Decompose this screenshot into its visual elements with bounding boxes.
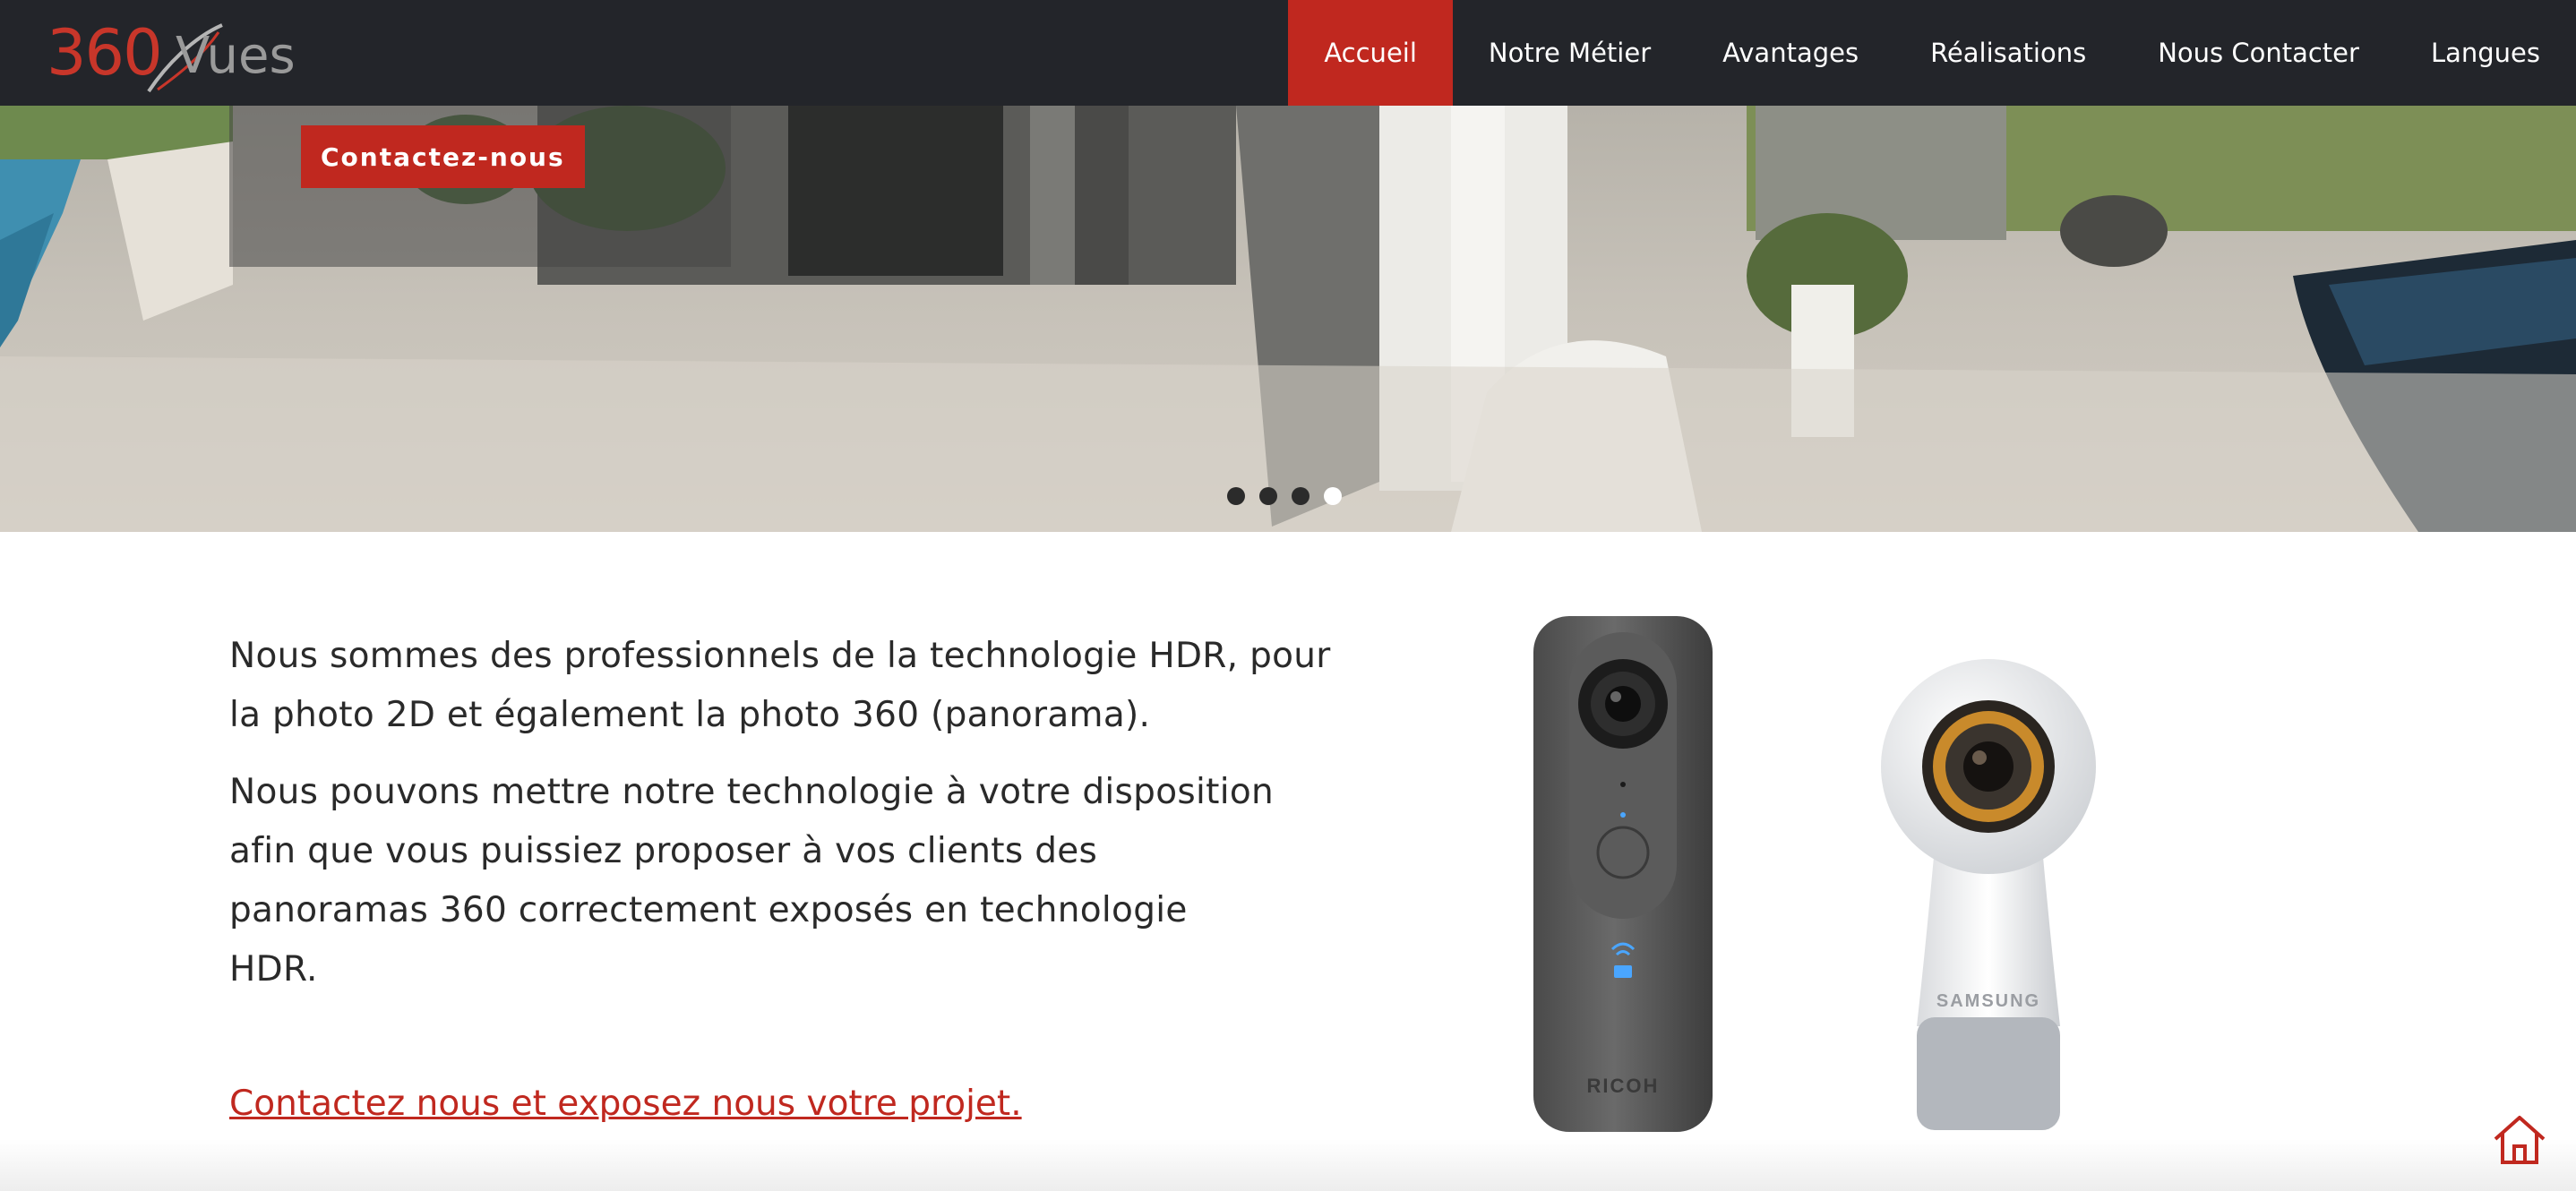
ricoh-brand-label: RICOH	[1587, 1075, 1660, 1097]
slider-dot-4[interactable]	[1324, 487, 1342, 505]
site-logo[interactable]: 360 Vues	[47, 14, 296, 93]
camera-icon	[1614, 965, 1632, 978]
samsung-camera-image: SAMSUNG	[1881, 659, 2096, 1130]
logo-word: Vues	[176, 27, 296, 85]
contact-project-link[interactable]: Contactez nous et exposez nous votre pro…	[229, 1077, 1022, 1131]
hero-contact-button[interactable]: Contactez-nous	[301, 125, 585, 188]
slider-dot-1[interactable]	[1227, 487, 1245, 505]
footer-fade	[0, 1139, 2576, 1191]
samsung-brand-label: SAMSUNG	[1936, 991, 2040, 1011]
slider-dot-3[interactable]	[1292, 487, 1309, 505]
nav-item-nous-contacter[interactable]: Nous Contacter	[2122, 0, 2395, 106]
slider-dot-2[interactable]	[1259, 487, 1277, 505]
intro-paragraph-1: Nous sommes des professionnels de la tec…	[229, 636, 1331, 735]
nav-item-accueil[interactable]: Accueil	[1288, 0, 1453, 106]
intro-paragraph-2: Nous pouvons mettre notre technologie à …	[229, 772, 1275, 990]
nav-item-avantages[interactable]: Avantages	[1687, 0, 1894, 106]
nav-item-realisations[interactable]: Réalisations	[1894, 0, 2122, 106]
slider-pagination	[1227, 487, 1342, 505]
home-icon[interactable]	[2490, 1110, 2549, 1170]
intro-section: Nous sommes des professionnels de la tec…	[229, 627, 1330, 999]
ricoh-camera-image: RICOH	[1533, 616, 1713, 1132]
main-menu: Accueil Notre Métier Avantages Réalisati…	[1288, 0, 2576, 106]
nav-item-notre-metier[interactable]: Notre Métier	[1453, 0, 1687, 106]
top-navbar: 360 Vues Accueil Notre Métier Avantages …	[0, 0, 2576, 106]
hero-slider: Contactez-nous	[0, 106, 2576, 532]
nav-item-langues[interactable]: Langues	[2395, 0, 2576, 106]
